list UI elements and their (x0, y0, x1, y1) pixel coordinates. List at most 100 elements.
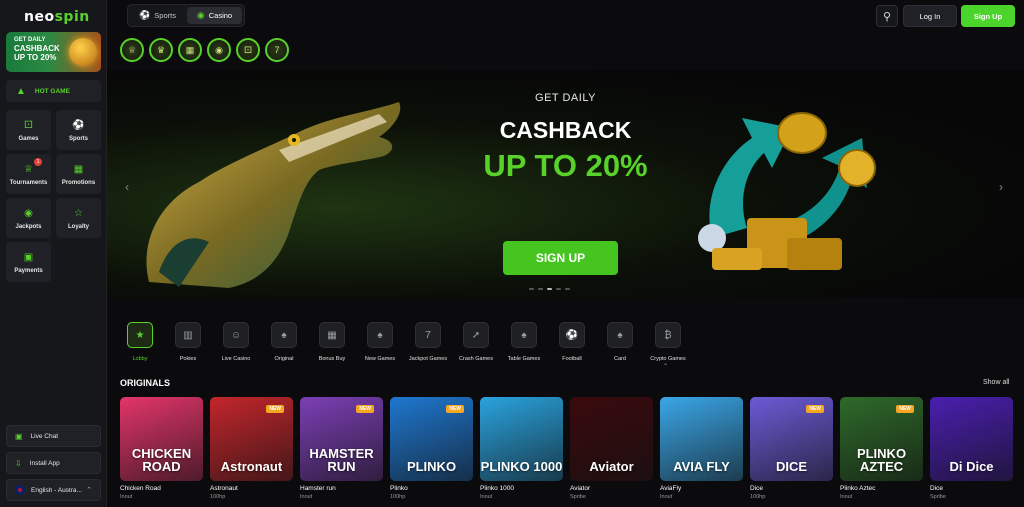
sidebar-item-payments[interactable]: ▣ Payments (6, 242, 51, 282)
game-thumbnail[interactable]: DICE NEW (750, 397, 833, 481)
game-provider: Inout (300, 494, 313, 500)
sidebar-item-label: Sports (68, 135, 88, 142)
game-provider: Inout (480, 494, 493, 500)
sidebar-item-label: Promotions (61, 179, 96, 186)
trophy-badge-icon[interactable]: ♕ (120, 38, 144, 62)
game-provider: Spribe (570, 494, 586, 500)
new-badge: NEW (266, 405, 284, 413)
sidebar-item-sports[interactable]: ⚽ Sports (56, 110, 101, 150)
category-pokies[interactable]: ▥ Pokies (164, 322, 212, 362)
hero-banner[interactable]: GET DAILY CASHBACK UP TO 20% SIGN UP ‹ › (107, 70, 1024, 298)
game-thumbnail[interactable]: PLINKO AZTEC NEW (840, 397, 923, 481)
new-badge: NEW (356, 405, 374, 413)
sidebar-item-games[interactable]: ⚀ Games (6, 110, 51, 150)
cashback-promo-card[interactable]: GET DAILY CASHBACK UP TO 20% (6, 32, 101, 72)
game-thumbnail[interactable]: PLINKO 1000 (480, 397, 563, 481)
carousel-dot[interactable] (565, 288, 570, 290)
gift-badge-icon[interactable]: ▦ (178, 38, 202, 62)
category-jackpot-games[interactable]: 7 Jackpot Games (404, 322, 452, 362)
tab-casino[interactable]: ◉ Casino (187, 7, 242, 24)
chevron-right-icon[interactable]: › (999, 180, 1003, 194)
coin-badge-icon[interactable]: ◉ (207, 38, 231, 62)
game-art-title: Di Dice (949, 459, 994, 474)
sidebar-item-label: Payments (14, 267, 43, 274)
game-name: Hamster run (300, 485, 336, 492)
crown-badge-icon[interactable]: ♛ (149, 38, 173, 62)
logo-part-neo: neo (24, 9, 55, 25)
game-card[interactable]: CHICKEN ROAD Chicken Road Inout (120, 397, 203, 500)
category-bonus-buy[interactable]: ▦ Bonus Buy (308, 322, 356, 362)
cards-icon: ♠ (511, 322, 537, 348)
app-root: neospin GET DAILY CASHBACK UP TO 20% ▲ H… (0, 0, 1024, 507)
category-original[interactable]: ♠ Original (260, 322, 308, 362)
sidebar-item-loyalty[interactable]: ☆ Loyalty (56, 198, 101, 238)
game-thumbnail[interactable]: PLINKO NEW (390, 397, 473, 481)
live-chat-button[interactable]: ▣ Live Chat (6, 425, 101, 447)
category-crypto-games[interactable]: ₿ Crypto Games (644, 322, 692, 362)
game-card[interactable]: Di Dice Dice Spribe (930, 397, 1013, 500)
notification-badge: 1 (34, 158, 42, 166)
game-art-title: DICE (775, 459, 808, 474)
dice-badge-icon[interactable]: ⚀ (236, 38, 260, 62)
game-art-title: Aviator (589, 459, 634, 474)
chevron-left-icon[interactable]: ‹ (125, 180, 129, 194)
category-live-casino[interactable]: ☺ Live Casino (212, 322, 260, 362)
chevron-down-icon[interactable]: ⌄ (663, 360, 668, 367)
category-label: New Games (364, 356, 396, 362)
category-lobby[interactable]: ★ Lobby (116, 322, 164, 362)
trophy-icon: ♕ (24, 163, 33, 175)
tab-label: Casino (208, 11, 233, 20)
game-card[interactable]: Astronaut NEW Astronaut 100hp (210, 397, 293, 500)
chip-icon: ◉ (196, 10, 205, 20)
sidebar-item-tournaments[interactable]: ♕ 1 Tournaments (6, 154, 51, 194)
game-thumbnail[interactable]: HAMSTER RUN NEW (300, 397, 383, 481)
game-card[interactable]: DICE NEW Dice 100hp (750, 397, 833, 500)
carousel-dot[interactable] (556, 288, 561, 290)
game-thumbnail[interactable]: Di Dice (930, 397, 1013, 481)
banner-signup-button[interactable]: SIGN UP (503, 241, 618, 275)
game-name: Plinko Aztec (840, 485, 876, 492)
carousel-dot[interactable] (538, 288, 543, 290)
logo-part-spin: spin (54, 9, 90, 25)
tab-sports[interactable]: ⚽ Sports (130, 7, 185, 24)
sidebar-item-promotions[interactable]: ▦ Promotions (56, 154, 101, 194)
product-tabs: ⚽ Sports ◉ Casino (127, 4, 245, 27)
game-card[interactable]: HAMSTER RUN NEW Hamster run Inout (300, 397, 383, 500)
sidebar-nav: ⚀ Games ⚽ Sports ♕ 1 Tournaments ▦ Promo… (6, 110, 102, 282)
category-card[interactable]: ♠ Card (596, 322, 644, 362)
show-all-link[interactable]: Show all (983, 379, 1009, 386)
game-name: Plinko 1000 (480, 485, 514, 492)
logo[interactable]: neospin (24, 9, 90, 25)
category-crash-games[interactable]: ➚ Crash Games (452, 322, 500, 362)
seven-badge-icon[interactable]: 7 (265, 38, 289, 62)
game-thumbnail[interactable]: Astronaut NEW (210, 397, 293, 481)
game-thumbnail[interactable]: AVIA FLY (660, 397, 743, 481)
game-art-title: PLINKO (406, 459, 457, 474)
moneybag-icon: ◉ (24, 207, 33, 219)
game-card[interactable]: PLINKO 1000 Plinko 1000 Inout (480, 397, 563, 500)
hot-game-button[interactable]: ▲ HOT GAME (6, 80, 101, 102)
game-art-title: PLINKO AZTEC (856, 446, 907, 474)
category-label: Card (614, 356, 626, 362)
category-label: Table Games (507, 356, 541, 362)
category-football[interactable]: ⚽ Football (548, 322, 596, 362)
install-app-button[interactable]: ⇩ Install App (6, 452, 101, 474)
game-card[interactable]: PLINKO NEW Plinko 100hp (390, 397, 473, 500)
game-thumbnail[interactable]: Aviator (570, 397, 653, 481)
carousel-dot[interactable] (547, 288, 552, 290)
game-card[interactable]: PLINKO AZTEC NEW Plinko Aztec Inout (840, 397, 923, 500)
category-label: Football (562, 356, 582, 362)
login-button[interactable]: Log In (903, 5, 957, 27)
category-table-games[interactable]: ♠ Table Games (500, 322, 548, 362)
cards-icon: ♠ (607, 322, 633, 348)
category-new-games[interactable]: ♠ New Games (356, 322, 404, 362)
signup-button[interactable]: Sign Up (961, 5, 1015, 27)
search-button[interactable]: ⚲ (876, 5, 898, 27)
game-card[interactable]: Aviator Aviator Spribe (570, 397, 653, 500)
game-thumbnail[interactable]: CHICKEN ROAD (120, 397, 203, 481)
game-card[interactable]: AVIA FLY AviaFly Inout (660, 397, 743, 500)
language-selector[interactable]: English - Austra... ⌃ (6, 479, 101, 501)
game-provider: 100hp (390, 494, 406, 500)
sidebar-item-jackpots[interactable]: ◉ Jackpots (6, 198, 51, 238)
carousel-dot[interactable] (529, 288, 534, 290)
